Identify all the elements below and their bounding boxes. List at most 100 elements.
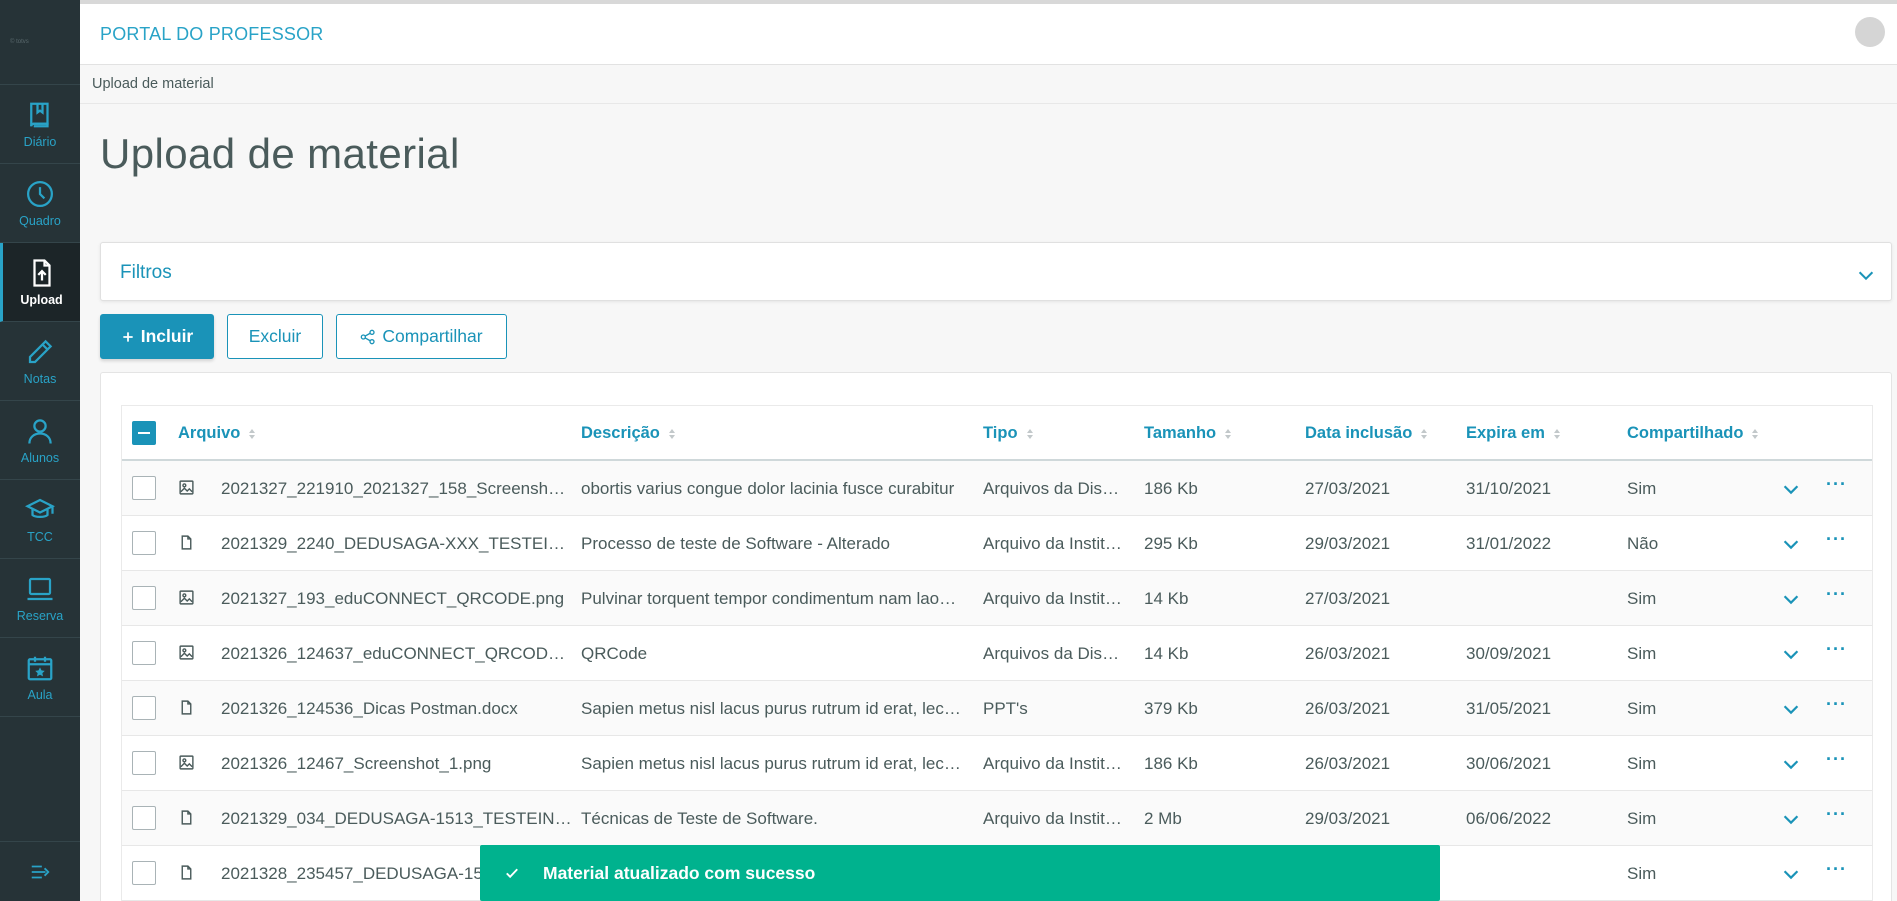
sidebar-item-quadro[interactable]: Quadro <box>0 164 80 243</box>
sidebar-item-diario[interactable]: Diário <box>0 85 80 164</box>
materials-table-card: Arquivo Descrição Tipo Tamanho Data incl… <box>100 372 1892 901</box>
cell-compartilhado: Sim <box>1627 864 1657 883</box>
sidebar-item-alunos[interactable]: Alunos <box>0 401 80 480</box>
more-options-icon[interactable]: ··· <box>1826 804 1847 825</box>
column-label: Tamanho <box>1144 424 1217 442</box>
row-checkbox[interactable] <box>132 641 156 665</box>
logo: © totvs <box>0 0 80 85</box>
table-row[interactable]: 2021326_124637_eduCONNECT_QRCODE.png QRCo… <box>122 626 1872 681</box>
row-checkbox[interactable] <box>132 751 156 775</box>
chevron-down-icon[interactable] <box>1780 698 1802 720</box>
include-button[interactable]: Incluir <box>100 314 214 359</box>
more-options-icon[interactable]: ··· <box>1826 529 1847 550</box>
column-header-arquivo[interactable]: Arquivo <box>178 424 256 443</box>
cell-tipo: Arquivos da Disciplina <box>983 479 1123 498</box>
sidebar-item-upload[interactable]: Upload <box>0 243 80 322</box>
cell-descricao: Sapien metus nisl lacus purus rutrum id … <box>581 699 961 718</box>
column-header-expira-em[interactable]: Expira em <box>1466 424 1560 443</box>
row-checkbox[interactable] <box>132 806 156 830</box>
sidebar-item-aula[interactable]: Aula <box>0 638 80 717</box>
column-label: Arquivo <box>178 424 241 442</box>
column-header-data-inclusao[interactable]: Data inclusão <box>1305 424 1428 443</box>
more-options-icon[interactable]: ··· <box>1826 584 1847 605</box>
cell-descricao: Sapien metus nisl lacus purus rutrum id … <box>581 754 961 773</box>
avatar[interactable] <box>1855 17 1885 47</box>
cell-tipo: Arquivo da Instituição <box>983 534 1123 553</box>
cell-tamanho: 186 Kb <box>1144 754 1198 773</box>
table-row[interactable]: 2021327_221910_2021327_158_Screenshot_1.… <box>122 461 1872 516</box>
table-row[interactable]: 2021329_2240_DEDUSAGA-XXX_TESTEINTEGRADO… <box>122 516 1872 571</box>
row-checkbox[interactable] <box>132 476 156 500</box>
cell-tipo: PPT's <box>983 699 1028 718</box>
cell-compartilhado: Sim <box>1627 699 1657 718</box>
row-checkbox[interactable] <box>132 861 156 885</box>
cell-arquivo: 2021326_12467_Screenshot_1.png <box>221 754 492 773</box>
file-icon <box>178 534 195 551</box>
cell-expira: 31/10/2021 <box>1466 479 1552 498</box>
cell-data: 29/03/2021 <box>1305 534 1391 553</box>
more-options-icon[interactable]: ··· <box>1826 694 1847 715</box>
row-checkbox[interactable] <box>132 696 156 720</box>
cell-tamanho: 14 Kb <box>1144 589 1189 608</box>
column-header-compartilhado[interactable]: Compartilhado <box>1627 424 1759 443</box>
plus-icon <box>121 330 135 344</box>
cell-arquivo: 2021326_124536_Dicas Postman.docx <box>221 699 518 718</box>
filters-panel[interactable]: Filtros <box>100 242 1892 301</box>
image-icon <box>178 589 195 606</box>
include-button-label: Incluir <box>140 326 194 346</box>
cell-descricao: Processo de teste de Software - Alterado <box>581 534 891 553</box>
sidebar-item-tcc[interactable]: TCC <box>0 480 80 559</box>
column-label: Expira em <box>1466 424 1545 442</box>
chevron-down-icon[interactable] <box>1780 863 1802 885</box>
cell-descricao: obortis varius congue dolor lacinia fusc… <box>581 479 955 498</box>
cell-data: 26/03/2021 <box>1305 644 1391 663</box>
cell-data: 29/03/2021 <box>1305 809 1391 828</box>
calendar-star-icon <box>27 656 53 680</box>
column-header-tamanho[interactable]: Tamanho <box>1144 424 1232 443</box>
sidebar-item-label: Upload <box>20 292 63 307</box>
row-checkbox[interactable] <box>132 586 156 610</box>
chevron-down-icon[interactable] <box>1855 264 1877 286</box>
cell-arquivo: 2021326_124637_eduCONNECT_QRCODE.png <box>221 644 573 663</box>
sidebar-item-label: Alunos <box>20 450 60 465</box>
row-checkbox[interactable] <box>132 531 156 555</box>
chevron-down-icon[interactable] <box>1780 588 1802 610</box>
table-header: Arquivo Descrição Tipo Tamanho Data incl… <box>122 406 1872 461</box>
sidebar-collapse-button[interactable] <box>0 841 80 901</box>
chevron-down-icon[interactable] <box>1780 753 1802 775</box>
delete-button[interactable]: Excluir <box>227 314 323 359</box>
more-options-icon[interactable]: ··· <box>1826 639 1847 660</box>
column-header-descricao[interactable]: Descrição <box>581 424 675 443</box>
sort-icon <box>1421 428 1428 439</box>
cell-tamanho: 2 Mb <box>1144 809 1182 828</box>
select-all-checkbox[interactable] <box>132 421 156 445</box>
delete-button-label: Excluir <box>248 326 302 346</box>
cell-tamanho: 14 Kb <box>1144 644 1189 663</box>
cell-tamanho: 379 Kb <box>1144 699 1198 718</box>
column-header-tipo[interactable]: Tipo <box>983 424 1033 443</box>
table-row[interactable]: 2021327_193_eduCONNECT_QRCODE.png Pulvina… <box>122 571 1872 626</box>
share-button[interactable]: Compartilhar <box>336 314 507 359</box>
sidebar-item-reserva[interactable]: Reserva <box>0 559 80 638</box>
cell-tipo: Arquivo da Instituição <box>983 589 1123 608</box>
more-options-icon[interactable]: ··· <box>1826 749 1847 770</box>
chevron-down-icon[interactable] <box>1780 643 1802 665</box>
sidebar-item-label: Aula <box>27 687 53 702</box>
table-row[interactable]: 2021326_124536_Dicas Postman.docx Sapien … <box>122 681 1872 736</box>
column-label: Compartilhado <box>1627 424 1744 442</box>
sidebar: © totvs Diário Quadro Upload Notas Aluno… <box>0 0 80 901</box>
chevron-down-icon[interactable] <box>1780 533 1802 555</box>
sidebar-item-notas[interactable]: Notas <box>0 322 80 401</box>
file-icon <box>178 864 195 881</box>
chevron-down-icon[interactable] <box>1780 478 1802 500</box>
cell-compartilhado: Sim <box>1627 809 1657 828</box>
breadcrumb[interactable]: Upload de material <box>92 76 214 92</box>
sidebar-item-label: Quadro <box>19 213 61 228</box>
more-options-icon[interactable]: ··· <box>1826 859 1847 880</box>
more-options-icon[interactable]: ··· <box>1826 474 1847 495</box>
pencil-icon <box>28 339 53 363</box>
chevron-down-icon[interactable] <box>1780 808 1802 830</box>
file-icon <box>178 699 195 716</box>
table-row[interactable]: 2021329_034_DEDUSAGA-1513_TESTEINTEGRADO… <box>122 791 1872 846</box>
table-row[interactable]: 2021326_12467_Screenshot_1.png Sapien met… <box>122 736 1872 791</box>
